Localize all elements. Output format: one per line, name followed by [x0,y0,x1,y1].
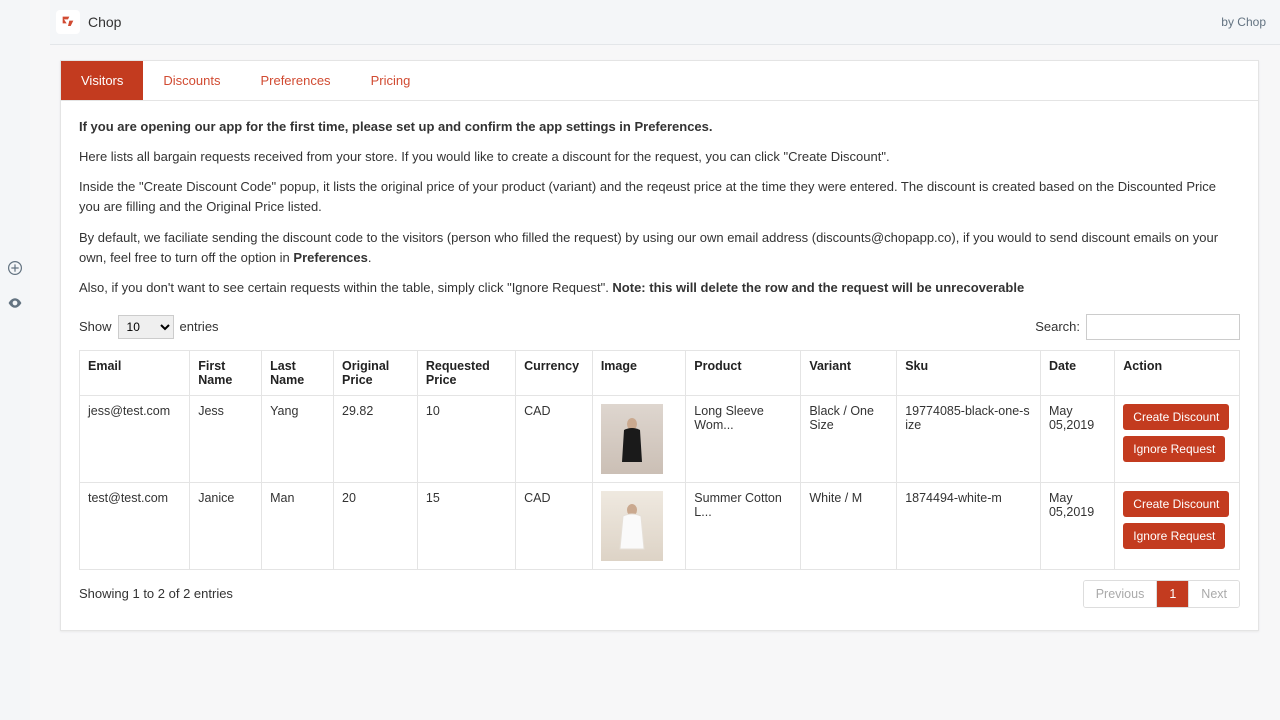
cell-email: test@test.com [80,482,190,569]
create-discount-button[interactable]: Create Discount [1123,404,1229,430]
col-sku[interactable]: Sku [897,350,1041,395]
show-label: Show [79,319,112,334]
cell-action: Create Discount Ignore Request [1115,395,1240,482]
cell-original-price: 29.82 [334,395,418,482]
col-action[interactable]: Action [1115,350,1240,395]
intro-line1: If you are opening our app for the first… [79,119,713,134]
search-label: Search: [1035,319,1080,334]
cell-first-name: Jess [190,395,262,482]
search-input[interactable] [1086,314,1240,340]
cell-variant: Black / One Size [801,395,897,482]
table-row: jess@test.com Jess Yang 29.82 10 CAD Lon… [80,395,1240,482]
cell-product: Long Sleeve Wom... [686,395,801,482]
cell-image [592,395,685,482]
col-email[interactable]: Email [80,350,190,395]
intro-line5: Also, if you don't want to see certain r… [79,278,1240,298]
ignore-request-button[interactable]: Ignore Request [1123,436,1225,462]
tab-discounts[interactable]: Discounts [143,61,240,100]
cell-product: Summer Cotton L... [686,482,801,569]
cell-sku: 1874494-white-m [897,482,1041,569]
add-icon[interactable] [7,260,23,279]
tab-preferences[interactable]: Preferences [240,61,350,100]
page-size-select[interactable]: 10 25 50 100 [118,315,174,339]
pager-page-1[interactable]: 1 [1157,581,1189,607]
col-date[interactable]: Date [1040,350,1114,395]
left-rail [0,0,30,720]
cell-requested-price: 10 [417,395,515,482]
tab-pricing[interactable]: Pricing [351,61,431,100]
cell-first-name: Janice [190,482,262,569]
cell-date: May 05,2019 [1040,395,1114,482]
app-badge-icon [56,10,80,34]
intro-line2: Here lists all bargain requests received… [79,147,1240,167]
topbar: Chop by Chop [50,0,1280,45]
cell-sku: 19774085-black-one-size [897,395,1041,482]
table-row: test@test.com Janice Man 20 15 CAD Summe… [80,482,1240,569]
main-panel: Visitors Discounts Preferences Pricing I… [60,60,1259,631]
cell-variant: White / M [801,482,897,569]
product-thumb [601,404,663,474]
cell-date: May 05,2019 [1040,482,1114,569]
requests-table: Email First Name Last Name Original Pric… [79,350,1240,570]
col-original-price[interactable]: Original Price [334,350,418,395]
view-icon[interactable] [7,295,23,314]
app-title: Chop [88,14,121,30]
cell-original-price: 20 [334,482,418,569]
col-requested-price[interactable]: Requested Price [417,350,515,395]
panel-body: If you are opening our app for the first… [61,101,1258,630]
cell-last-name: Man [262,482,334,569]
cell-last-name: Yang [262,395,334,482]
cell-currency: CAD [516,482,593,569]
table-header-row: Email First Name Last Name Original Pric… [80,350,1240,395]
pager-previous[interactable]: Previous [1084,581,1158,607]
entries-label: entries [180,319,219,334]
col-last-name[interactable]: Last Name [262,350,334,395]
create-discount-button[interactable]: Create Discount [1123,491,1229,517]
table-footer: Showing 1 to 2 of 2 entries Previous 1 N… [79,580,1240,608]
cell-action: Create Discount Ignore Request [1115,482,1240,569]
intro-line4: By default, we faciliate sending the dis… [79,228,1240,268]
intro-text: If you are opening our app for the first… [79,117,1240,298]
col-currency[interactable]: Currency [516,350,593,395]
pager: Previous 1 Next [1083,580,1240,608]
product-thumb [601,491,663,561]
tabs: Visitors Discounts Preferences Pricing [61,61,1258,101]
col-variant[interactable]: Variant [801,350,897,395]
col-product[interactable]: Product [686,350,801,395]
pager-next[interactable]: Next [1189,581,1239,607]
tab-visitors[interactable]: Visitors [61,61,143,100]
showing-text: Showing 1 to 2 of 2 entries [79,586,233,601]
table-controls: Show 10 25 50 100 entries Search: [79,314,1240,340]
cell-currency: CAD [516,395,593,482]
col-image[interactable]: Image [592,350,685,395]
col-first-name[interactable]: First Name [190,350,262,395]
intro-line3: Inside the "Create Discount Code" popup,… [79,177,1240,217]
ignore-request-button[interactable]: Ignore Request [1123,523,1225,549]
cell-requested-price: 15 [417,482,515,569]
cell-email: jess@test.com [80,395,190,482]
cell-image [592,482,685,569]
app-byline: by Chop [1221,15,1266,29]
